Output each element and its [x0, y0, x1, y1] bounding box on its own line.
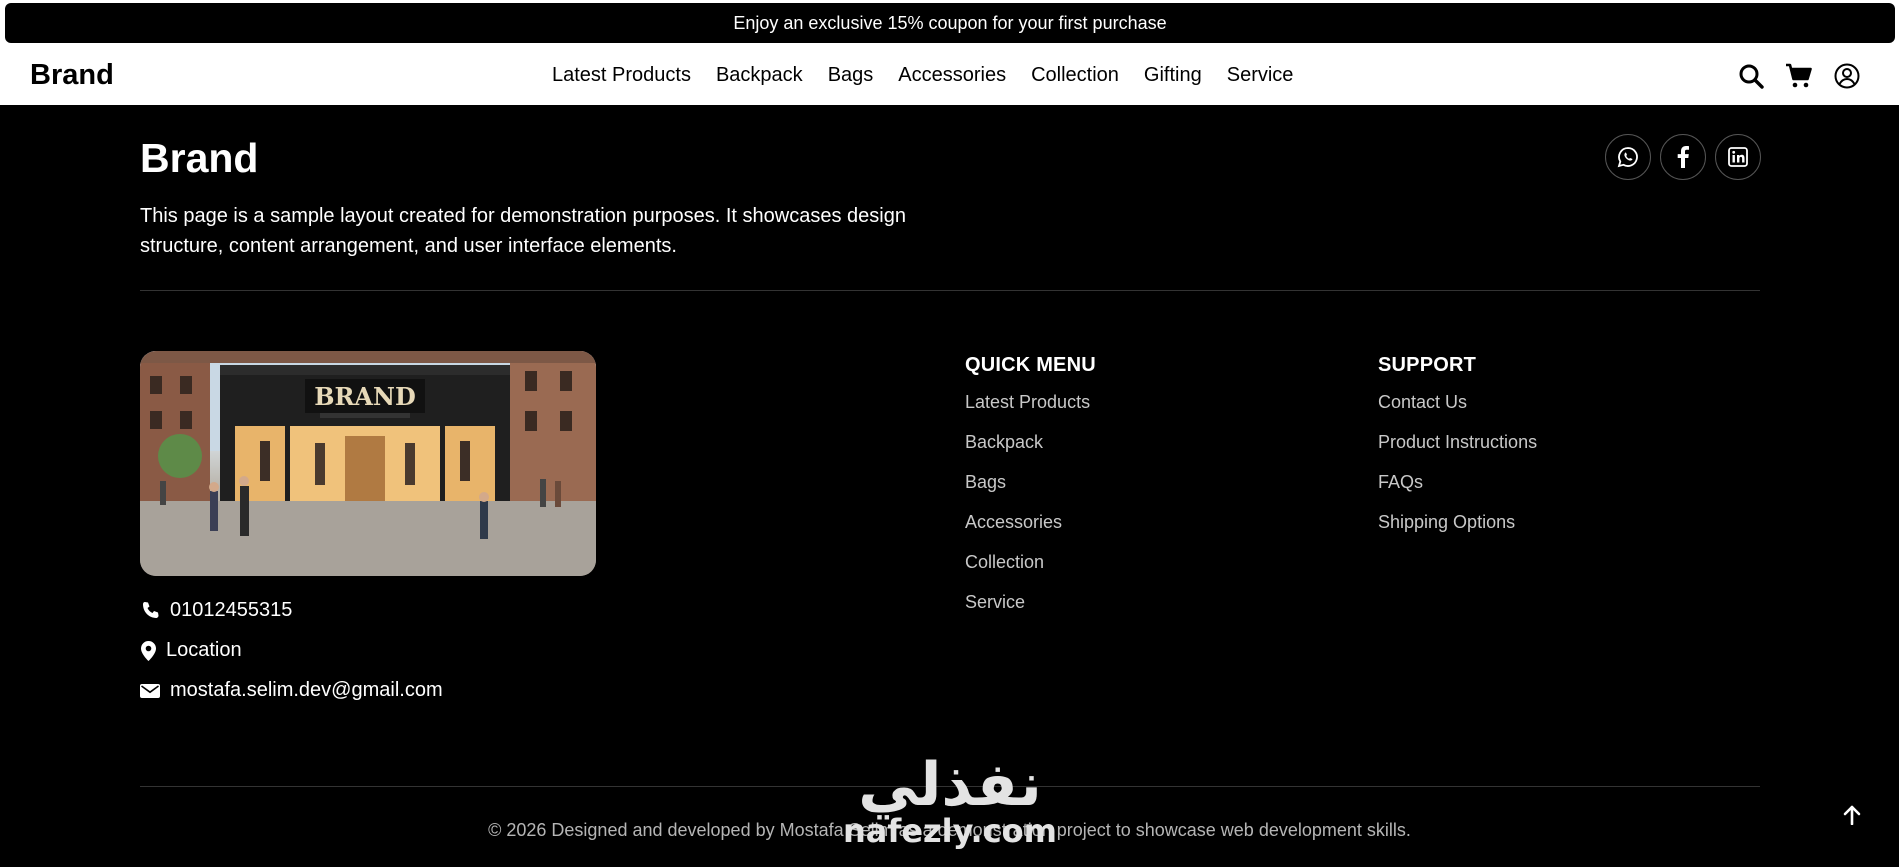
quick-menu-column: QUICK MENU Latest Products Backpack Bags… — [965, 354, 1096, 632]
contact-phone[interactable]: 01012455315 — [140, 599, 292, 622]
support-contact-us[interactable]: Contact Us — [1378, 392, 1537, 432]
footer-brand: Brand — [140, 135, 259, 181]
store-sign-text: BRAND — [314, 382, 416, 411]
nav-brand-logo[interactable]: Brand — [30, 59, 114, 92]
watermark-arabic: نفذلي — [858, 750, 1042, 820]
nav-link-backpack[interactable]: Backpack — [716, 64, 803, 87]
nav-icons — [1737, 46, 1861, 105]
contact-email[interactable]: mostafa.selim.dev@gmail.com — [140, 679, 443, 702]
contact-location-text: Location — [166, 639, 242, 661]
nav-link-gifting[interactable]: Gifting — [1144, 64, 1202, 87]
quick-menu-collection[interactable]: Collection — [965, 552, 1096, 592]
quick-menu-latest-products[interactable]: Latest Products — [965, 392, 1096, 432]
social-links — [1605, 134, 1761, 180]
footer-divider-bottom — [140, 786, 1760, 787]
contact-email-text: mostafa.selim.dev@gmail.com — [170, 679, 443, 701]
phone-icon — [140, 601, 160, 621]
nav-link-accessories[interactable]: Accessories — [898, 64, 1006, 87]
announcement-bar-wrapper: Enjoy an exclusive 15% coupon for your f… — [0, 0, 1899, 46]
quick-menu-service[interactable]: Service — [965, 592, 1096, 632]
whatsapp-icon[interactable] — [1605, 134, 1651, 180]
support-faqs[interactable]: FAQs — [1378, 472, 1537, 512]
user-circle-icon[interactable] — [1833, 62, 1861, 90]
envelope-icon — [140, 681, 160, 701]
support-product-instructions[interactable]: Product Instructions — [1378, 432, 1537, 472]
nav-link-latest-products[interactable]: Latest Products — [552, 64, 691, 87]
support-shipping-options[interactable]: Shipping Options — [1378, 512, 1537, 552]
cart-icon[interactable] — [1785, 62, 1813, 90]
support-title: SUPPORT — [1378, 354, 1477, 376]
contact-phone-text: 01012455315 — [170, 599, 293, 621]
store-photo: BRAND — [140, 351, 596, 576]
quick-menu-accessories[interactable]: Accessories — [965, 512, 1096, 552]
nav-link-service[interactable]: Service — [1227, 64, 1294, 87]
nav-link-collection[interactable]: Collection — [1031, 64, 1119, 87]
announcement-bar: Enjoy an exclusive 15% coupon for your f… — [5, 3, 1895, 43]
copyright-text: © 2026 Designed and developed by Mostafa… — [488, 820, 1411, 840]
nav-links: Latest Products Backpack Bags Accessorie… — [552, 46, 1293, 105]
announcement-text: Enjoy an exclusive 15% coupon for your f… — [733, 12, 1167, 33]
arrow-up-icon — [1843, 805, 1861, 825]
support-column: SUPPORT Contact Us Product Instructions … — [1378, 354, 1537, 552]
nav-link-bags[interactable]: Bags — [828, 64, 874, 87]
quick-menu-backpack[interactable]: Backpack — [965, 432, 1096, 472]
location-pin-icon — [140, 640, 156, 661]
facebook-icon[interactable] — [1660, 134, 1706, 180]
back-to-top-button[interactable] — [1836, 799, 1868, 831]
storefront-illustration: BRAND — [140, 351, 596, 576]
navbar: Brand Latest Products Backpack Bags Acce… — [0, 46, 1899, 105]
quick-menu-bags[interactable]: Bags — [965, 472, 1096, 512]
footer-description: This page is a sample layout created for… — [140, 205, 906, 257]
linkedin-icon[interactable] — [1715, 134, 1761, 180]
footer-divider-top — [140, 290, 1760, 291]
contact-location[interactable]: Location — [140, 639, 242, 662]
search-icon[interactable] — [1737, 62, 1765, 90]
quick-menu-title: QUICK MENU — [965, 354, 1096, 376]
